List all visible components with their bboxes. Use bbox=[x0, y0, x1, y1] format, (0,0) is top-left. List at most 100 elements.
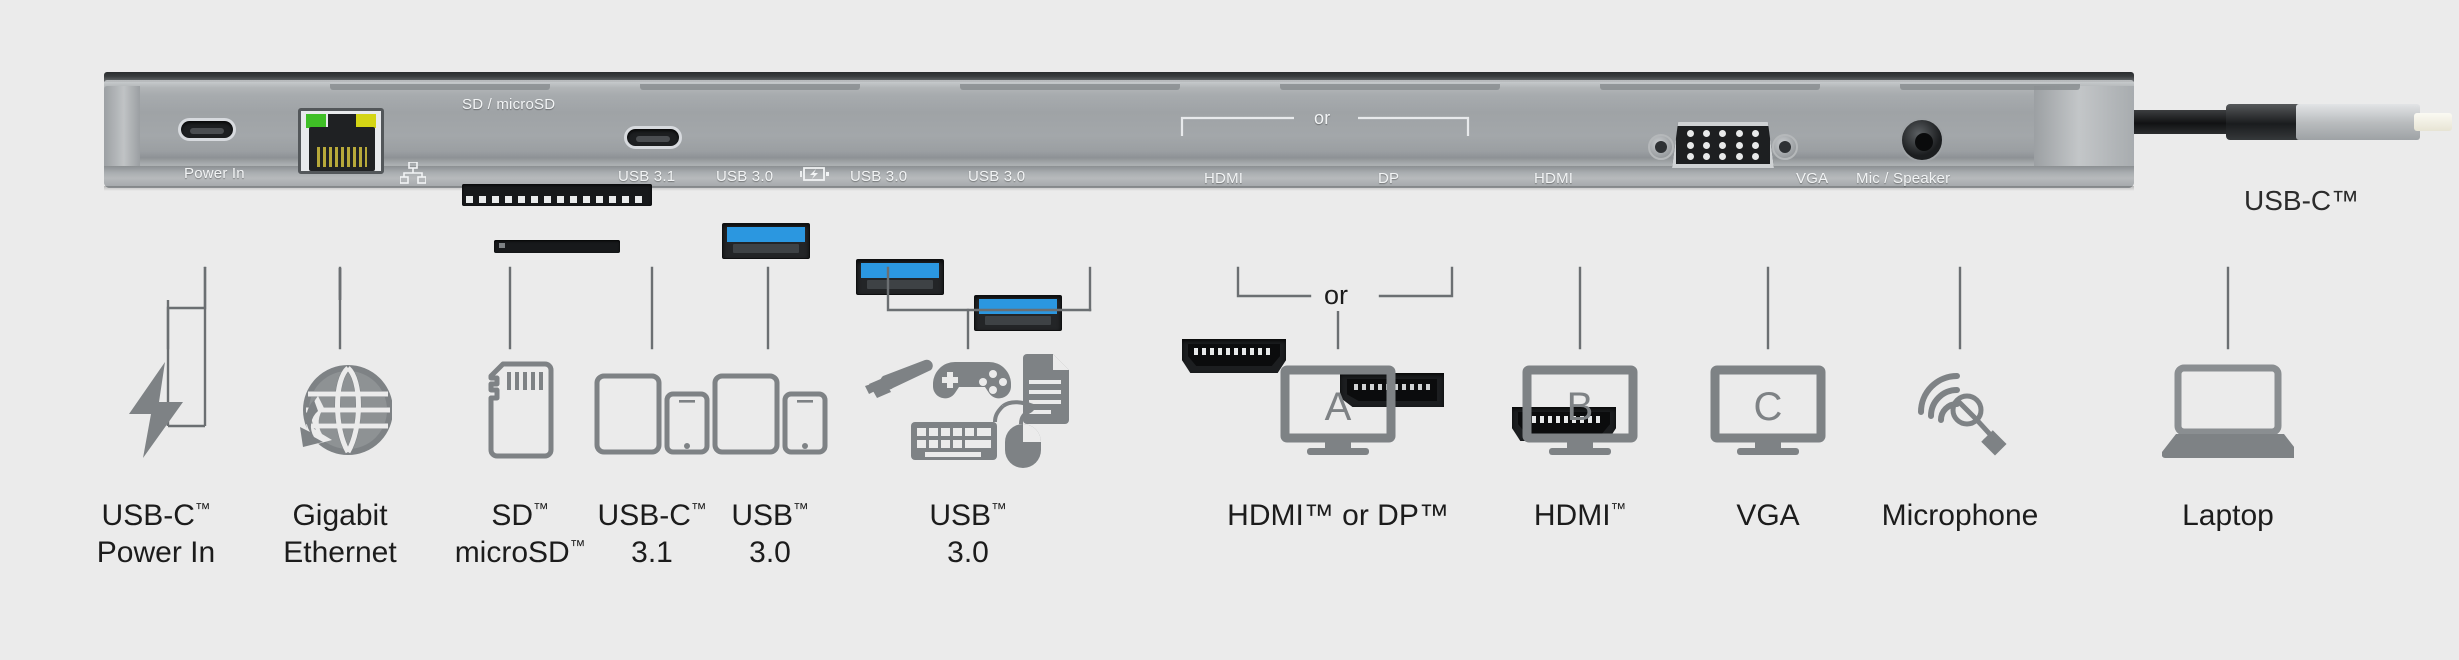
caption-line-1: USB bbox=[929, 499, 992, 532]
caption-tm-1: ™ bbox=[533, 501, 549, 518]
legend-caption: HDMI™ or DP™ bbox=[1178, 498, 1498, 535]
port-label-usb-c-31: USB 3.1 bbox=[618, 168, 676, 185]
dock-right-end bbox=[2034, 86, 2134, 166]
port-label-hdmi-2: HDMI bbox=[1534, 170, 1574, 187]
caption-line-2: 3.0 bbox=[749, 535, 791, 569]
usb-a-tongue bbox=[867, 280, 933, 289]
dock-left-end bbox=[104, 86, 140, 166]
caption-tm-1: ™ bbox=[793, 501, 809, 518]
monitor-letter: A bbox=[1325, 385, 1352, 429]
legend-item-usb-30-devices: USB™ 3.0 bbox=[690, 350, 850, 572]
rj45-led-amber bbox=[356, 114, 376, 128]
usb-peripherals-icon bbox=[865, 354, 1069, 468]
icon-container bbox=[2108, 350, 2348, 470]
icon-container: A bbox=[1178, 350, 1498, 470]
legend-item-laptop: Laptop bbox=[2108, 350, 2348, 535]
vga-screw-right bbox=[1772, 134, 1798, 160]
legend-or-label: or bbox=[1316, 280, 1357, 311]
sd-card-icon bbox=[488, 361, 554, 459]
port-power-in bbox=[178, 118, 236, 141]
rj45-pins bbox=[317, 147, 367, 167]
port-label-dp: DP bbox=[1378, 170, 1400, 187]
cable-strain-relief bbox=[2226, 104, 2302, 140]
port-label-usb-a-2: USB 3.0 bbox=[850, 168, 908, 185]
port-label-vga: VGA bbox=[1796, 170, 1829, 187]
usb-a-tongue bbox=[733, 244, 799, 253]
dock-illustration: Power In SD / microSD USB 3.1 USB 3.0 US… bbox=[0, 0, 2459, 441]
cable-caption: USB-C™ bbox=[2244, 185, 2360, 216]
laptop-icon bbox=[2162, 364, 2294, 459]
monitor-letter: B bbox=[1567, 385, 1594, 429]
rj45-led-green bbox=[306, 114, 326, 128]
dock-or-label: or bbox=[1314, 108, 1331, 128]
dock-drop-shadow bbox=[104, 186, 2134, 191]
port-usb-c-31 bbox=[624, 126, 682, 149]
usb-a-tongue bbox=[985, 316, 1051, 325]
port-vga bbox=[1648, 118, 1798, 172]
port-ethernet bbox=[298, 108, 384, 174]
dock-vent-notch bbox=[1280, 84, 1500, 90]
caption-tm-1: ™ bbox=[1610, 501, 1627, 518]
port-audio-jack bbox=[1900, 118, 1944, 162]
usb-a-blue-insert bbox=[979, 299, 1057, 314]
dock-vent-notch bbox=[1600, 84, 1820, 90]
caption-tm-1: ™ bbox=[991, 501, 1007, 518]
port-label-card-reader: SD / microSD bbox=[462, 96, 556, 113]
icon-container bbox=[1840, 350, 2080, 470]
legend-item-microphone: Microphone bbox=[1840, 350, 2080, 535]
icon-container bbox=[848, 338, 1088, 470]
port-label-usb-a-3: USB 3.0 bbox=[968, 168, 1026, 185]
dock-vent-notch bbox=[1900, 84, 2080, 90]
port-usb-a-3 bbox=[974, 295, 1062, 331]
caption-line-1: HDMI bbox=[1533, 499, 1611, 532]
caption-line-2: microSD bbox=[454, 535, 570, 569]
port-label-hdmi-1: HDMI bbox=[1204, 170, 1244, 187]
monitor-c-icon: C bbox=[1710, 365, 1826, 455]
monitor-a-icon: A bbox=[1280, 365, 1396, 455]
usb-a-blue-insert bbox=[861, 263, 939, 278]
caption-line-1: USB-C bbox=[101, 499, 195, 532]
legend-item-hdmi-or-dp: A HDMI™ or DP™ bbox=[1178, 350, 1498, 535]
caption-line-2: Ethernet bbox=[283, 535, 397, 569]
icon-container bbox=[690, 350, 850, 470]
lightning-bolt-icon bbox=[129, 362, 183, 458]
legend-caption: USB™ 3.0 bbox=[690, 498, 850, 572]
usb-c-connector-shell bbox=[2296, 104, 2420, 140]
caption-line-1: Microphone bbox=[1881, 499, 2039, 532]
caption-line-1: USB bbox=[731, 499, 794, 532]
port-label-audio: Mic / Speaker bbox=[1856, 170, 1951, 187]
battery-charging-icon bbox=[800, 167, 829, 181]
caption-line-1: Laptop bbox=[2182, 499, 2274, 532]
dock-vent-notch bbox=[960, 84, 1180, 90]
port-sd-slot bbox=[462, 184, 652, 206]
caption-line-1: Gigabit bbox=[292, 499, 388, 532]
usb-c-connector-tip bbox=[2414, 113, 2452, 131]
monitor-letter: C bbox=[1754, 385, 1783, 429]
caption-line-1: USB-C bbox=[597, 499, 691, 532]
caption-line-1: HDMI™ or DP™ bbox=[1227, 499, 1449, 532]
port-microsd-slot bbox=[494, 240, 620, 253]
port-usb-a-1 bbox=[722, 223, 810, 259]
vga-pin-grid bbox=[1682, 130, 1764, 160]
port-label-usb-a-1: USB 3.0 bbox=[716, 168, 774, 185]
legend-caption: Laptop bbox=[2108, 498, 2348, 535]
caption-line-2: Power In bbox=[96, 535, 216, 569]
monitor-b-icon: B bbox=[1522, 365, 1638, 455]
caption-line-2: 3.1 bbox=[631, 535, 673, 569]
caption-tm-1: ™ bbox=[194, 501, 211, 518]
legend-caption: USB™ 3.0 bbox=[848, 498, 1088, 572]
microphone-icon bbox=[1918, 373, 2007, 456]
caption-line-1: VGA bbox=[1736, 499, 1800, 532]
cable-sheath bbox=[2134, 110, 2240, 134]
dock-vent-notch bbox=[640, 84, 860, 90]
usb-a-blue-insert bbox=[727, 227, 805, 242]
lan-network-icon bbox=[400, 162, 426, 184]
caption-line-2: 3.0 bbox=[947, 535, 989, 569]
legend-row: USB-C™ Power In Gigabit Ethernet SD™ mic… bbox=[0, 330, 2459, 660]
legend-caption: Microphone bbox=[1840, 498, 2080, 535]
dock-vent-notch bbox=[330, 84, 550, 90]
legend-item-usb-30-peripherals: USB™ 3.0 bbox=[848, 338, 1088, 572]
tablet-phone-icon bbox=[712, 373, 828, 455]
port-label-power-in: Power In bbox=[184, 165, 245, 182]
caption-line-1: SD bbox=[491, 499, 534, 532]
